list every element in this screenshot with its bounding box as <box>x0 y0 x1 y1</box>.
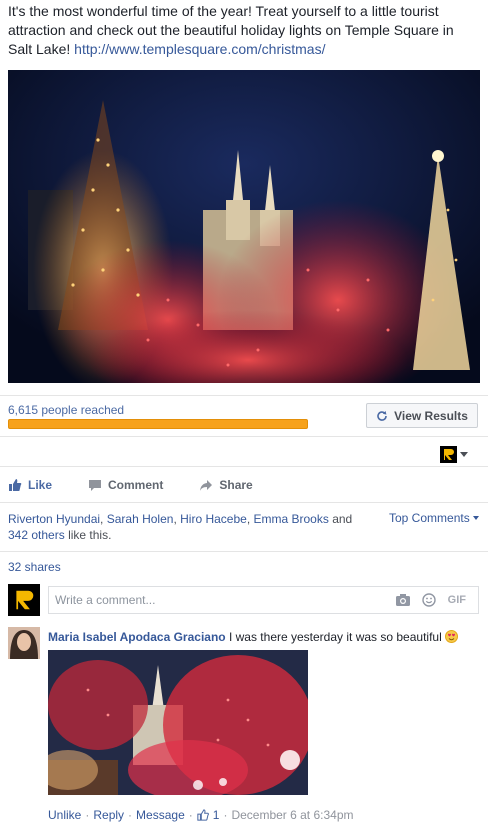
comment-input[interactable]: Write a comment... GIF <box>48 586 479 614</box>
chevron-down-icon <box>472 516 479 520</box>
reach-count[interactable]: 6,615 people reached <box>8 403 124 417</box>
comment-label: Comment <box>108 478 164 492</box>
post-photo[interactable] <box>8 70 480 383</box>
message-link[interactable]: Message <box>136 808 185 822</box>
camera-icon[interactable] <box>395 594 410 606</box>
reply-link[interactable]: Reply <box>93 808 124 822</box>
view-results-button[interactable]: View Results <box>366 403 478 428</box>
shares-count[interactable]: 32 shares <box>8 560 61 574</box>
likes-and: and <box>332 512 353 526</box>
likes-summary: Riverton Hyundai, Sarah Holen, Hiro Hace… <box>8 512 353 542</box>
refresh-icon <box>377 410 387 421</box>
comment-body: Maria Isabel Apodaca Graciano I was ther… <box>48 629 480 645</box>
reach-progress-bar <box>8 419 308 429</box>
unlike-link[interactable]: Unlike <box>48 808 81 822</box>
commenter-avatar[interactable] <box>8 627 40 659</box>
comment-like-count[interactable]: 1 <box>213 808 220 822</box>
likes-others-link[interactable]: 342 others <box>8 528 65 542</box>
comment-meta: Unlike · Reply · Message · 1 · December … <box>48 808 354 822</box>
liker-name[interactable]: Emma Brooks <box>253 512 328 526</box>
comment-placeholder: Write a comment... <box>55 593 156 607</box>
like-label: Like <box>28 478 53 492</box>
like-thumb-icon <box>197 809 209 821</box>
divider <box>0 395 488 396</box>
divider <box>0 551 488 552</box>
share-arrow-icon <box>200 480 213 491</box>
liker-name[interactable]: Riverton Hyundai <box>8 512 100 526</box>
gif-button[interactable]: GIF <box>448 594 466 606</box>
page-avatar[interactable] <box>8 584 40 616</box>
post-text: It's the most wonderful time of the year… <box>8 2 480 59</box>
comment-author[interactable]: Maria Isabel Apodaca Graciano <box>48 630 226 644</box>
comment-bubble-icon <box>89 480 102 491</box>
comment-text: I was there yesterday it was so beautifu… <box>228 630 442 644</box>
comment-photo[interactable] <box>48 650 308 795</box>
comment-timestamp[interactable]: December 6 at 6:34pm <box>231 808 353 822</box>
liker-name[interactable]: Hiro Hacebe <box>180 512 247 526</box>
comment-lights-photo <box>48 650 308 795</box>
divider <box>0 466 488 467</box>
separator: · <box>223 808 228 822</box>
temple-lights-photo <box>8 70 480 383</box>
like-button[interactable]: Like <box>8 478 52 492</box>
share-label: Share <box>219 478 253 492</box>
share-button[interactable]: Share <box>199 478 253 492</box>
divider <box>0 502 488 503</box>
like-thumb-icon <box>9 479 22 491</box>
action-bar: Like Comment Share <box>8 476 289 494</box>
top-comments-dropdown[interactable]: Top Comments <box>389 511 479 525</box>
view-results-label: View Results <box>394 408 468 423</box>
page-logo-icon <box>16 590 34 610</box>
separator: · <box>188 808 193 822</box>
likes-suffix: like this. <box>68 528 112 542</box>
heart-eyes-emoji-icon <box>445 630 459 643</box>
chevron-down-icon <box>460 452 468 457</box>
post-link[interactable]: http://www.templesquare.com/christmas/ <box>74 41 325 57</box>
comment-button[interactable]: Comment <box>88 478 163 492</box>
smiley-icon[interactable] <box>421 593 436 607</box>
separator: · <box>128 808 133 822</box>
divider <box>0 436 488 437</box>
page-switcher[interactable] <box>440 446 468 463</box>
page-logo-icon <box>440 446 457 463</box>
top-comments-label: Top Comments <box>389 511 470 525</box>
separator: · <box>85 808 90 822</box>
liker-name[interactable]: Sarah Holen <box>107 512 174 526</box>
